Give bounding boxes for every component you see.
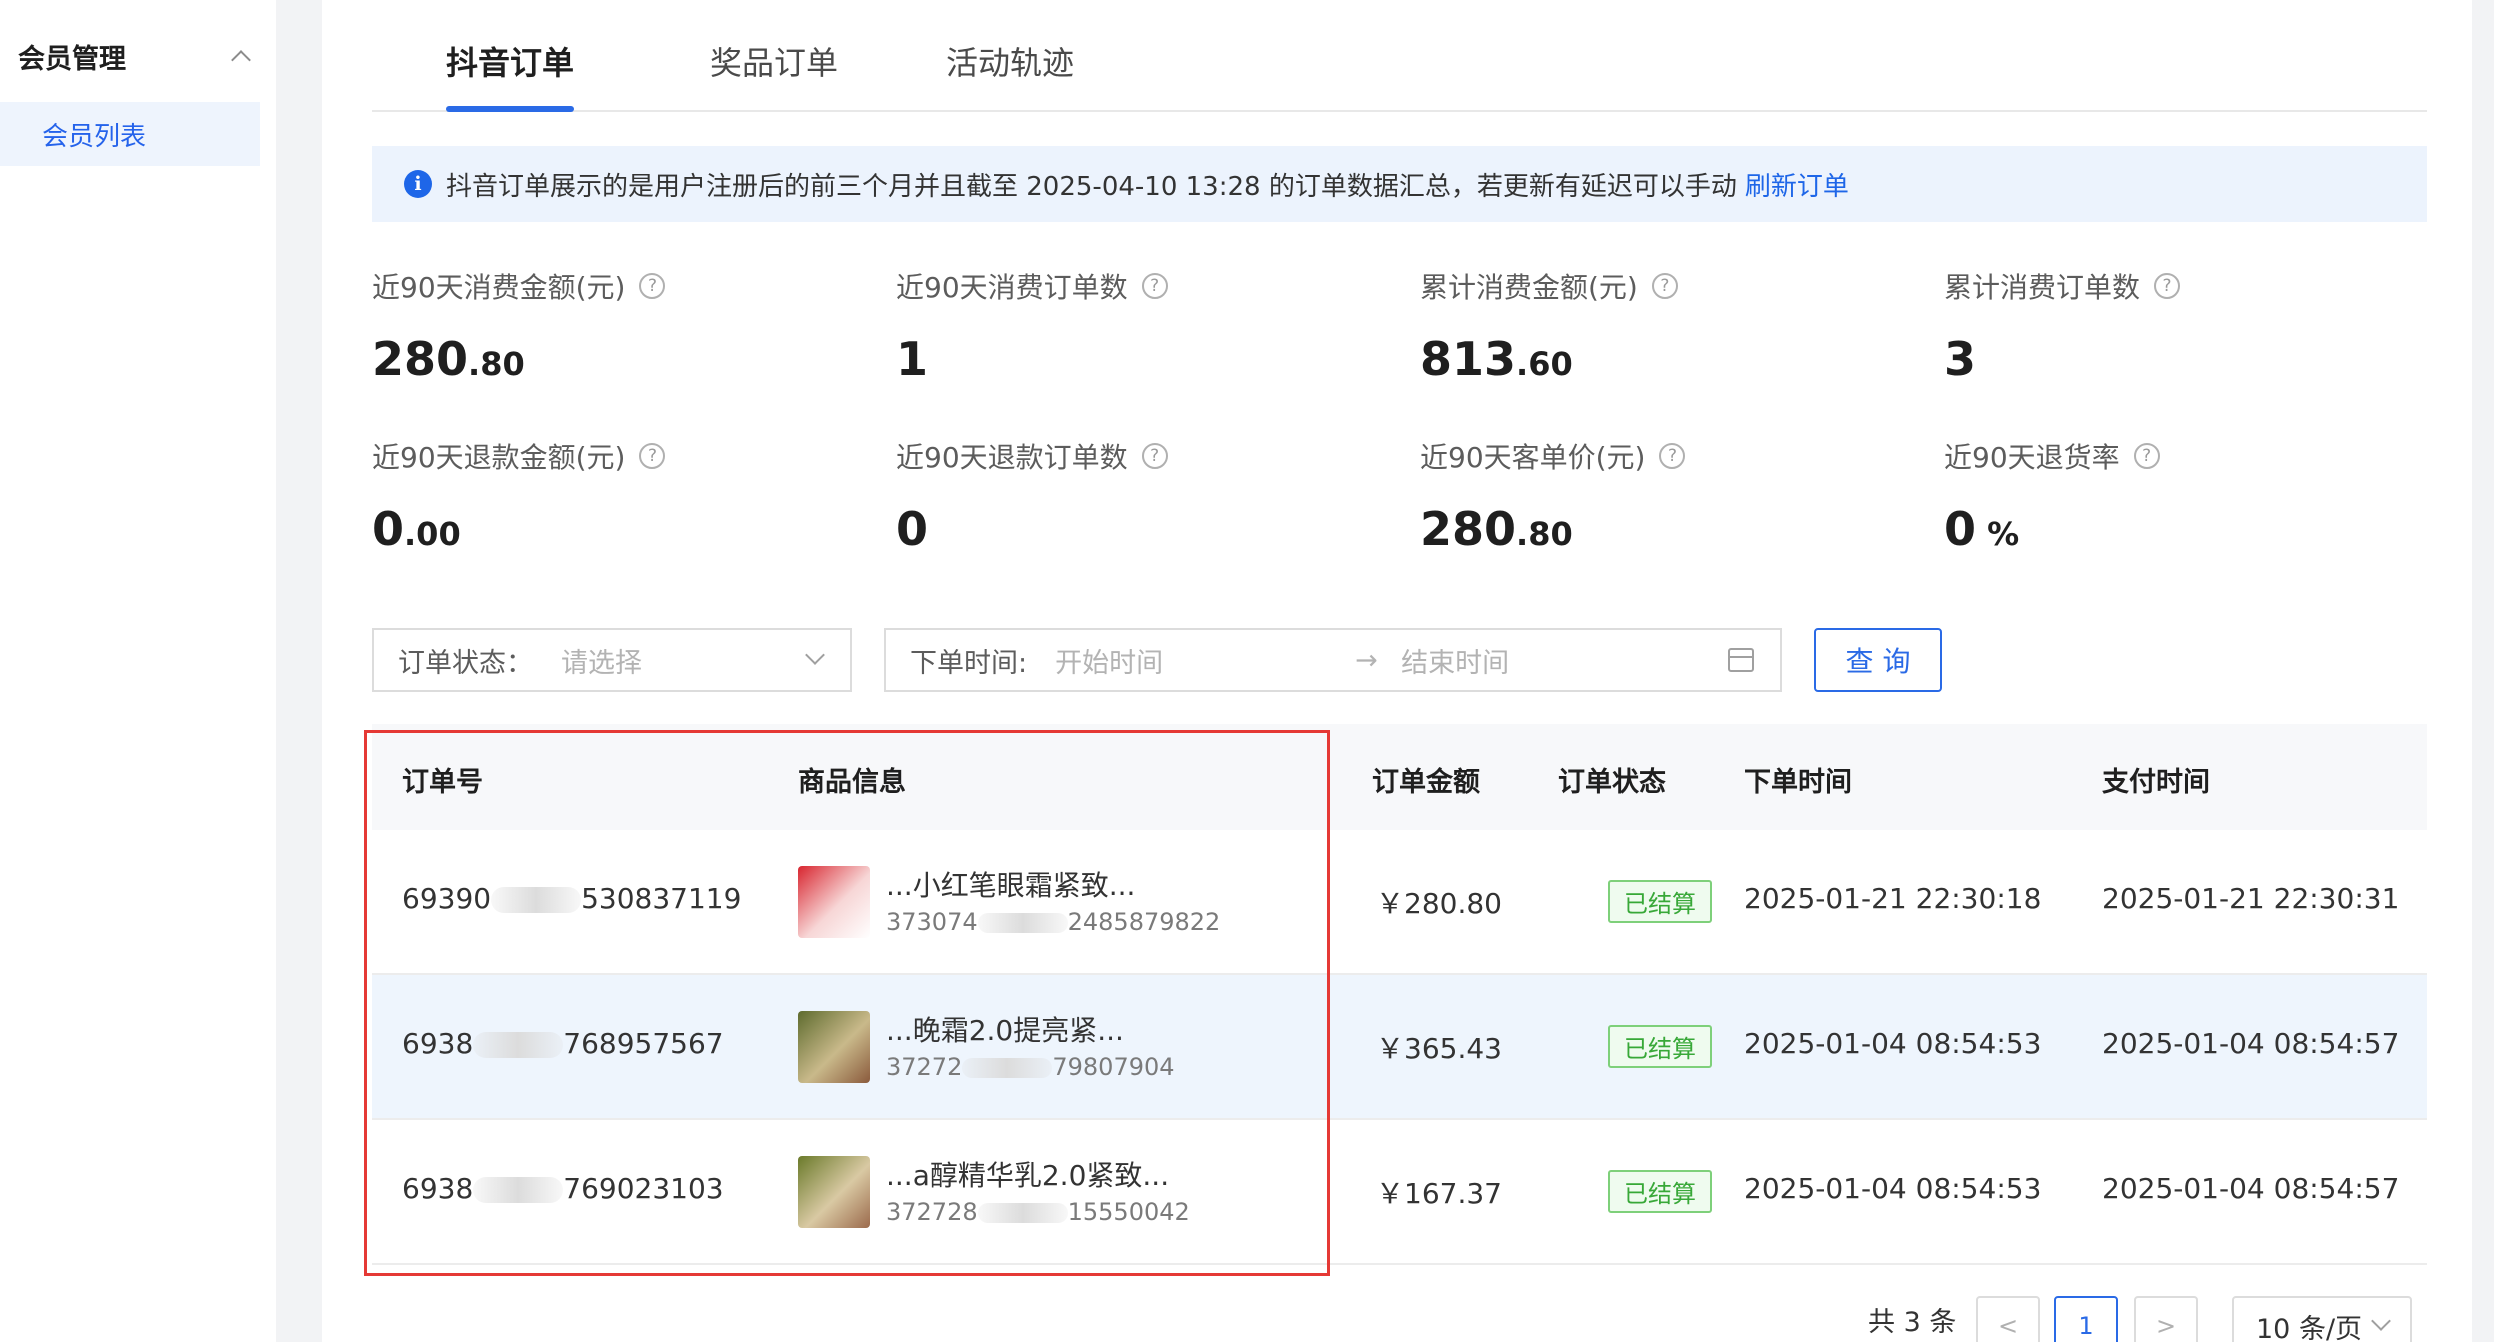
column-header: 支付时间 [2102,767,2210,798]
next-page-button[interactable]: > [2134,1296,2198,1342]
stat-value: 0.00 [372,502,461,556]
stat-label: 近90天消费金额(元) [372,271,626,304]
stat-label: 近90天退款金额(元) [372,441,626,474]
status-badge: 已结算 [1608,1025,1712,1068]
info-icon: i [404,170,432,198]
stat-card: 累计消费金额(元)? 813.60 [1420,266,1920,386]
stat-card: 近90天退货率? 0 % [1944,436,2444,556]
layout-gutter-right [2472,0,2494,1342]
stat-label: 近90天客单价(元) [1420,441,1646,474]
pay-time: 2025-01-04 08:54:57 [2102,1027,2400,1060]
pay-time: 2025-01-04 08:54:57 [2102,1172,2400,1205]
calendar-icon [1728,648,1754,672]
help-icon[interactable]: ? [1651,273,1678,299]
query-button[interactable]: 查 询 [1814,628,1942,692]
chevron-down-icon [2371,1311,2391,1331]
stat-value: 280.80 [1420,502,1573,556]
order-time-range-picker[interactable]: 下单时间: 开始时间 → 结束时间 [884,628,1782,692]
help-icon[interactable]: ? [1659,443,1686,469]
menu-group-title: 会员管理 [18,43,126,75]
status-badge: 已结算 [1608,1170,1712,1213]
help-icon[interactable]: ? [1141,443,1168,469]
sidebar-item-member-list[interactable]: 会员列表 [0,102,260,166]
order-status-placeholder: 请选择 [561,647,642,679]
stat-label: 近90天消费订单数 [896,271,1128,304]
help-icon[interactable]: ? [1141,273,1168,299]
order-amount: ￥280.80 [1376,887,1502,920]
tab-prize-orders[interactable]: 奖品订单 [710,38,838,84]
column-header: 订单状态 [1558,767,1666,798]
page-size-value: 10 条/页 [2256,1313,2363,1342]
end-time-input[interactable]: 结束时间 [1401,641,1509,680]
active-tab-indicator [446,106,574,112]
order-time: 2025-01-04 08:54:53 [1744,1172,2042,1205]
stat-card: 累计消费订单数? 3 [1944,266,2444,386]
stat-card: 近90天客单价(元)? 280.80 [1420,436,1920,556]
stat-value: 0 [896,502,929,556]
order-amount: ￥365.43 [1376,1032,1502,1065]
order-time-label: 下单时间: [910,647,1028,679]
range-arrow-icon: → [1355,644,1378,676]
order-status-select[interactable]: 订单状态： 请选择 [372,628,852,692]
order-time: 2025-01-04 08:54:53 [1744,1027,2042,1060]
help-icon[interactable]: ? [639,273,666,299]
stat-value: 280.80 [372,332,525,386]
menu-group-member-management[interactable]: 会员管理 [18,36,258,76]
help-icon[interactable]: ? [2133,443,2160,469]
stat-label: 近90天退款订单数 [896,441,1128,474]
notice-banner: i 抖音订单展示的是用户注册后的前三个月并且截至 2025-04-10 13:2… [372,146,2427,222]
prev-page-button[interactable]: < [1976,1296,2040,1342]
tab-bar: 抖音订单 奖品订单 活动轨迹 [372,0,2427,112]
stat-label: 近90天退货率 [1944,441,2120,474]
stat-value: 1 [896,332,929,386]
tab-douyin-orders[interactable]: 抖音订单 [446,38,574,84]
stat-card: 近90天消费订单数? 1 [896,266,1396,386]
stat-value: 3 [1944,332,1977,386]
stat-label: 累计消费金额(元) [1420,271,1638,304]
column-header: 订单金额 [1372,767,1480,798]
stat-card: 近90天消费金额(元)? 280.80 [372,266,872,386]
stat-value: 813.60 [1420,332,1573,386]
help-icon[interactable]: ? [2154,273,2181,299]
stat-value: 0 % [1944,502,2020,556]
order-status-label: 订单状态： [398,647,533,679]
stat-label: 累计消费订单数 [1944,271,2141,304]
page-button-1[interactable]: 1 [2054,1296,2118,1342]
highlight-annotation-box [364,730,1330,1276]
stat-card: 近90天退款订单数? 0 [896,436,1396,556]
chevron-down-icon [805,645,825,665]
refresh-orders-link[interactable]: 刷新订单 [1745,166,1849,203]
help-icon[interactable]: ? [639,443,666,469]
pagination-total: 共 3 条 [1868,1307,1957,1338]
column-header: 下单时间 [1744,767,1852,798]
pay-time: 2025-01-21 22:30:31 [2102,882,2400,915]
chevron-up-icon [231,50,251,70]
tab-activity-trail[interactable]: 活动轨迹 [946,38,1074,84]
layout-gutter [276,0,322,1342]
sidebar: 会员管理 会员列表 [0,0,276,1342]
notice-text: 抖音订单展示的是用户注册后的前三个月并且截至 2025-04-10 13:28 … [446,171,1737,202]
page-size-select[interactable]: 10 条/页 [2232,1296,2412,1342]
status-badge: 已结算 [1608,880,1712,923]
stat-card: 近90天退款金额(元)? 0.00 [372,436,872,556]
start-time-input[interactable]: 开始时间 [1055,641,1355,680]
order-time: 2025-01-21 22:30:18 [1744,882,2042,915]
order-amount: ￥167.37 [1376,1177,1502,1210]
